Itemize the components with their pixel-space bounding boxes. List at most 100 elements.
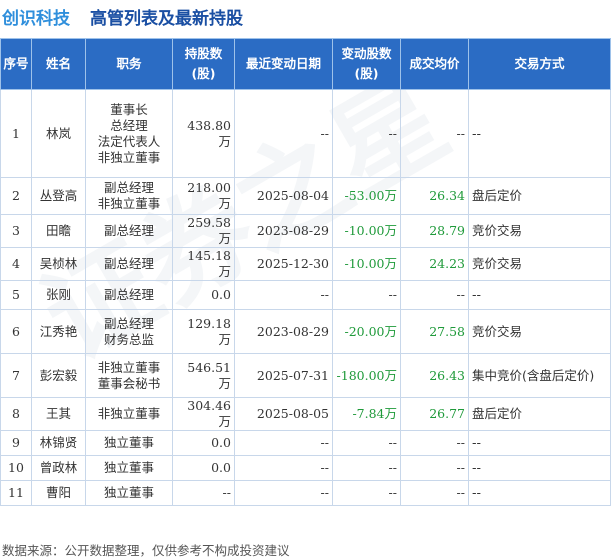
table-row: 5 张刚 副总经理 0.0 -- -- -- --	[0, 280, 611, 310]
name-cell: 吴桢林	[31, 247, 86, 281]
method-cell: --	[468, 430, 611, 456]
change-shares-cell: -10.00万	[332, 247, 401, 281]
change-date-cell: --	[234, 455, 333, 481]
name-cell: 张刚	[31, 280, 86, 310]
change-shares-cell: --	[332, 455, 401, 481]
table-row: 4 吴桢林 副总经理 145.18万 2025-12-30 -10.00万 24.23 竞价交…	[0, 247, 611, 281]
avg-price-cell: 26.34	[400, 177, 469, 215]
method-cell: 竞价交易	[468, 214, 611, 248]
shares-cell: 129.18万	[172, 309, 235, 354]
role-line: 财务总监	[103, 331, 154, 347]
table-row: 1 林岚 董事长 总经理 法定代表人 非独立董事 438.80万 -- -- -- --	[0, 89, 611, 178]
avg-price-cell: --	[400, 430, 469, 456]
method-cell: --	[468, 89, 611, 178]
table-row: 7 彭宏毅 非独立董事 董事会秘书 546.51万 2025-07-31 -180.00万 2…	[0, 353, 611, 398]
change-date-cell: 2025-12-30	[234, 247, 333, 281]
role-cell: 独立董事	[85, 455, 173, 481]
method-cell: --	[468, 280, 611, 310]
method-cell: --	[468, 480, 611, 506]
role-cell: 副总经理 非独立董事	[85, 177, 173, 215]
header-seq: 序号	[0, 38, 32, 90]
seq-cell: 9	[0, 430, 32, 456]
avg-price-cell: 26.43	[400, 353, 469, 398]
seq-cell: 3	[0, 214, 32, 248]
table-row: 3 田瞻 副总经理 259.58万 2023-08-29 -10.00万 28.79 竞价交易	[0, 214, 611, 248]
role-cell: 副总经理	[85, 280, 173, 310]
method-cell: 集中竞价(含盘后定价)	[468, 353, 611, 398]
table-body: 1 林岚 董事长 总经理 法定代表人 非独立董事 438.80万 -- -- -- -- 2 丛登高 副总…	[0, 89, 611, 506]
shares-cell: 546.51万	[172, 353, 235, 398]
seq-cell: 8	[0, 397, 32, 431]
table-row: 2 丛登高 副总经理 非独立董事 218.00万 2025-08-04 -53.00万 26.…	[0, 177, 611, 215]
role-line: 非独立董事	[97, 406, 161, 421]
change-shares-cell: -7.84万	[332, 397, 401, 431]
shares-cell: 145.18万	[172, 247, 235, 281]
seq-cell: 6	[0, 309, 32, 354]
table-row: 11 曹阳 独立董事 -- -- -- -- --	[0, 480, 611, 506]
change-date-cell: --	[234, 280, 333, 310]
table-row: 9 林锦贤 独立董事 0.0 -- -- -- --	[0, 430, 611, 456]
change-date-cell: 2023-08-29	[234, 214, 333, 248]
avg-price-cell: 27.58	[400, 309, 469, 354]
role-cell: 副总经理	[85, 214, 173, 248]
role-line: 副总经理	[103, 223, 154, 238]
change-date-cell: --	[234, 430, 333, 456]
shares-cell: 218.00万	[172, 177, 235, 215]
name-cell: 曾政林	[31, 455, 86, 481]
shares-cell: 0.0	[172, 280, 235, 310]
seq-cell: 2	[0, 177, 32, 215]
change-date-cell: 2023-08-29	[234, 309, 333, 354]
header-shares: 持股数(股)	[172, 38, 235, 90]
method-cell: 竞价交易	[468, 309, 611, 354]
role-line: 副总经理	[103, 315, 154, 331]
method-cell: 盘后定价	[468, 397, 611, 431]
shares-cell: 259.58万	[172, 214, 235, 248]
name-cell: 林岚	[31, 89, 86, 178]
header-change-date: 最近变动日期	[234, 38, 333, 90]
role-line: 独立董事	[103, 485, 154, 500]
seq-cell: 1	[0, 89, 32, 178]
avg-price-cell: 26.77	[400, 397, 469, 431]
role-cell: 副总经理 财务总监	[85, 309, 173, 354]
name-cell: 丛登高	[31, 177, 86, 215]
name-cell: 彭宏毅	[31, 353, 86, 398]
avg-price-cell: --	[400, 480, 469, 506]
role-cell: 非独立董事	[85, 397, 173, 431]
header-role: 职务	[85, 38, 173, 90]
change-shares-cell: --	[332, 280, 401, 310]
title-bar: 创识科技 高管列表及最新持股	[0, 0, 611, 32]
shares-cell: 0.0	[172, 455, 235, 481]
change-date-cell: 2025-08-04	[234, 177, 333, 215]
method-cell: --	[468, 455, 611, 481]
name-cell: 田瞻	[31, 214, 86, 248]
change-shares-cell: --	[332, 480, 401, 506]
table-row: 10 曾政林 独立董事 0.0 -- -- -- --	[0, 455, 611, 481]
change-shares-cell: --	[332, 430, 401, 456]
avg-price-cell: 24.23	[400, 247, 469, 281]
change-shares-cell: --	[332, 89, 401, 178]
data-source-note: 数据来源：公开数据整理，仅供参考不构成投资建议	[2, 543, 290, 558]
role-cell: 独立董事	[85, 430, 173, 456]
seq-cell: 10	[0, 455, 32, 481]
role-line: 非独立董事	[97, 196, 161, 211]
table-row: 6 江秀艳 副总经理 财务总监 129.18万 2023-08-29 -20.00万 27.5…	[0, 309, 611, 354]
table-row: 8 王其 非独立董事 304.46万 2025-08-05 -7.84万 26.77 盘后定价	[0, 397, 611, 431]
table-header-row: 序号 姓名 职务 持股数(股) 最近变动日期 变动股数(股) 成交均价 交易方式	[0, 38, 611, 90]
page-title: 高管列表及最新持股	[90, 9, 243, 29]
avg-price-cell: 28.79	[400, 214, 469, 248]
seq-cell: 7	[0, 353, 32, 398]
role-line: 非独立董事	[97, 149, 161, 165]
header-method: 交易方式	[468, 38, 611, 90]
change-date-cell: 2025-08-05	[234, 397, 333, 431]
role-line: 副总经理	[103, 256, 154, 271]
method-cell: 竞价交易	[468, 247, 611, 281]
seq-cell: 4	[0, 247, 32, 281]
role-line: 独立董事	[103, 435, 154, 450]
avg-price-cell: --	[400, 280, 469, 310]
role-cell: 非独立董事 董事会秘书	[85, 353, 173, 398]
role-line: 副总经理	[103, 180, 154, 195]
name-cell: 林锦贤	[31, 430, 86, 456]
header-change-shares: 变动股数(股)	[332, 38, 401, 90]
role-cell: 独立董事	[85, 480, 173, 506]
header-name: 姓名	[31, 38, 86, 90]
